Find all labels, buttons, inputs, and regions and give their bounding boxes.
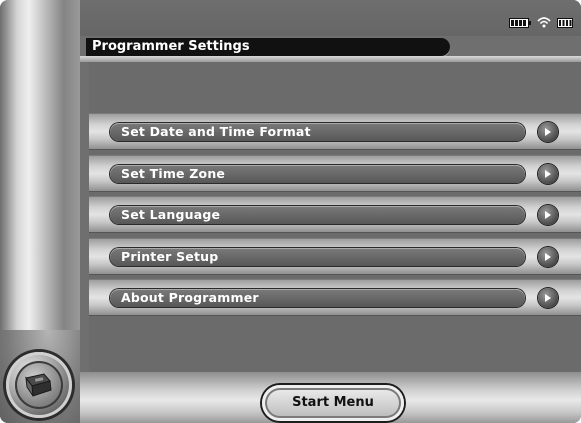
menu-item-set-language[interactable]: Set Language (89, 196, 581, 233)
home-button[interactable] (6, 352, 72, 418)
top-status-bar (80, 0, 581, 36)
menu-item-set-date-and-time-format[interactable]: Set Date and Time Format (89, 113, 581, 150)
chevron-right-icon[interactable] (538, 164, 558, 184)
menu-item-about-programmer[interactable]: About Programmer (89, 279, 581, 316)
status-icons (509, 16, 573, 28)
settings-panel: Set Date and Time Format Set Time Zone S… (89, 62, 581, 372)
chevron-right-icon[interactable] (538, 288, 558, 308)
programmer-device-icon (15, 361, 63, 409)
chevron-right-icon[interactable] (538, 205, 558, 225)
menu-item-label[interactable]: Printer Setup (110, 248, 525, 266)
menu-item-label[interactable]: Set Language (110, 206, 525, 224)
menu-item-printer-setup[interactable]: Printer Setup (89, 238, 581, 275)
battery-icon (509, 13, 531, 32)
main-screen: Programmer Settings Set Date and Time Fo… (80, 0, 581, 423)
device-frame: Programmer Settings Set Date and Time Fo… (0, 0, 581, 423)
chevron-right-icon[interactable] (538, 122, 558, 142)
menu-item-label[interactable]: About Programmer (110, 289, 525, 307)
page-title: Programmer Settings (86, 38, 450, 56)
menu-item-label[interactable]: Set Time Zone (110, 165, 525, 183)
menu-item-set-time-zone[interactable]: Set Time Zone (89, 155, 581, 192)
start-menu-button[interactable]: Start Menu (262, 385, 404, 421)
signal-bars-icon (557, 13, 573, 32)
chevron-right-icon[interactable] (538, 247, 558, 267)
menu-item-label[interactable]: Set Date and Time Format (110, 123, 525, 141)
wireless-signal-icon (537, 13, 551, 32)
